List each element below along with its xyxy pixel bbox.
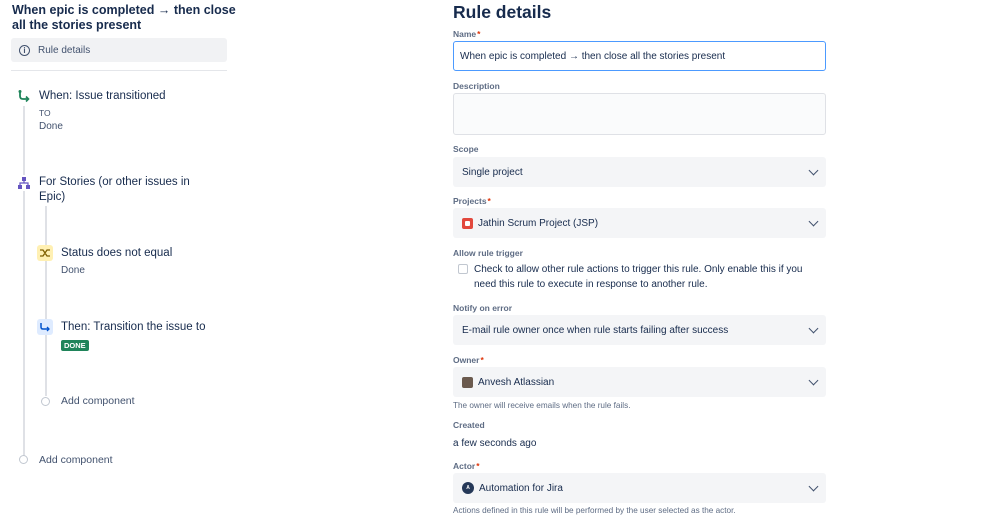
actor-value: Automation for Jira bbox=[479, 482, 563, 494]
trigger-to-value: Done bbox=[39, 121, 63, 132]
chevron-down-icon bbox=[798, 315, 826, 345]
info-icon: i bbox=[19, 44, 30, 56]
condition-icon bbox=[37, 245, 53, 261]
add-component-node-inner bbox=[41, 397, 50, 406]
allow-trigger-checkbox[interactable] bbox=[458, 264, 468, 274]
trigger-to-label: TO bbox=[39, 108, 51, 118]
allow-trigger-text: Check to allow other rule actions to tri… bbox=[474, 264, 803, 290]
projects-label: Projects* bbox=[453, 196, 491, 206]
created-label: Created bbox=[453, 420, 485, 430]
projects-select[interactable]: Jathin Scrum Project (JSP) bbox=[453, 208, 826, 238]
action-icon bbox=[37, 319, 53, 335]
actor-label: Actor* bbox=[453, 461, 480, 471]
add-component-outer-button[interactable]: Add component bbox=[39, 454, 113, 466]
notify-label: Notify on error bbox=[453, 303, 513, 313]
chevron-down-icon bbox=[798, 473, 826, 503]
chevron-down-icon bbox=[798, 367, 826, 397]
owner-label: Owner* bbox=[453, 355, 484, 365]
avatar bbox=[462, 376, 473, 388]
description-textarea[interactable] bbox=[453, 93, 826, 135]
owner-select[interactable]: Anvesh Atlassian bbox=[453, 367, 826, 397]
rule-details-nav-label: Rule details bbox=[38, 44, 91, 56]
rule-title: When epic is completed → then close all … bbox=[12, 3, 236, 32]
description-label: Description bbox=[453, 81, 500, 91]
actor-select[interactable]: A Automation for Jira bbox=[453, 473, 826, 503]
sidebar-divider bbox=[11, 70, 227, 71]
name-label: Name* bbox=[453, 29, 481, 39]
owner-helper-text: The owner will receive emails when the r… bbox=[453, 401, 631, 410]
flow-connector-main bbox=[23, 106, 25, 456]
add-component-node-outer bbox=[19, 455, 28, 464]
branch-step-line2: Epic) bbox=[39, 191, 66, 203]
branch-step[interactable]: For Stories (or other issues in bbox=[39, 176, 190, 188]
notify-select[interactable]: E-mail rule owner once when rule starts … bbox=[453, 315, 826, 345]
trigger-step[interactable]: When: Issue transitioned bbox=[39, 90, 166, 102]
page-title: Rule details bbox=[453, 2, 552, 22]
rule-builder-sidebar: When epic is completed → then close all … bbox=[0, 0, 240, 516]
scope-select[interactable]: Single project bbox=[453, 157, 826, 187]
add-component-inner-button[interactable]: Add component bbox=[61, 395, 135, 407]
scope-value: Single project bbox=[462, 166, 523, 178]
scope-label: Scope bbox=[453, 144, 479, 154]
condition-value: Done bbox=[61, 265, 85, 276]
name-input-value: When epic is completed → then close all … bbox=[460, 50, 726, 62]
chevron-down-icon bbox=[798, 208, 826, 238]
condition-step[interactable]: Status does not equal bbox=[61, 247, 172, 259]
trigger-icon bbox=[16, 88, 32, 104]
allow-trigger-label: Allow rule trigger bbox=[453, 248, 523, 258]
owner-value: Anvesh Atlassian bbox=[478, 376, 555, 388]
actor-helper-text: Actions defined in this rule will be per… bbox=[453, 506, 736, 515]
automation-avatar-icon: A bbox=[462, 482, 474, 494]
chevron-down-icon bbox=[798, 157, 826, 187]
branch-icon bbox=[16, 175, 32, 191]
flow-connector-branch bbox=[45, 206, 47, 396]
name-input[interactable]: When epic is completed → then close all … bbox=[453, 41, 826, 71]
projects-value: Jathin Scrum Project (JSP) bbox=[478, 217, 599, 229]
status-lozenge-done: DONE bbox=[61, 340, 89, 351]
project-icon bbox=[462, 217, 473, 229]
created-value: a few seconds ago bbox=[453, 438, 537, 449]
action-step[interactable]: Then: Transition the issue to bbox=[61, 321, 205, 333]
rule-details-nav-item[interactable]: i Rule details bbox=[11, 38, 227, 62]
notify-value: E-mail rule owner once when rule starts … bbox=[462, 324, 729, 336]
